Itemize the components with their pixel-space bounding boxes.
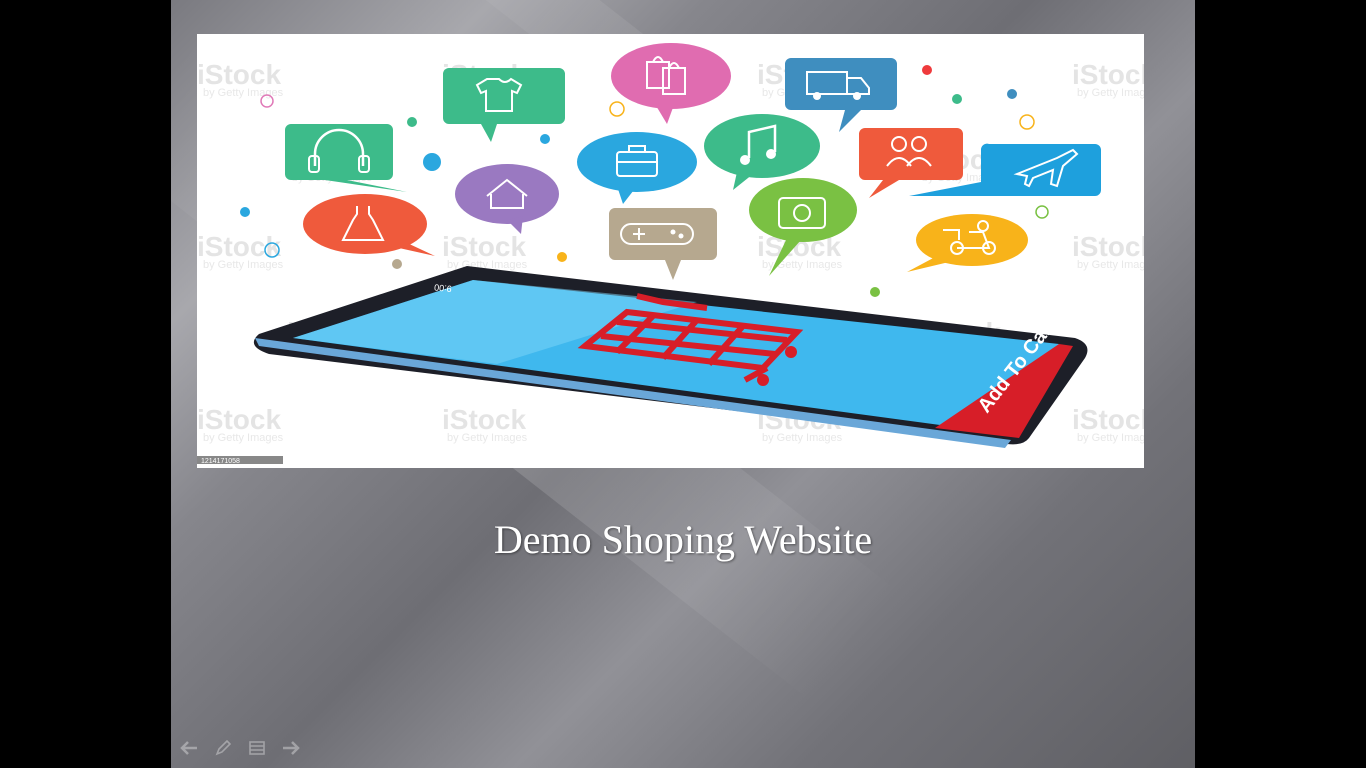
shopping-illustration: iStock iStock iStock iStock iStock iStoc… [197,43,1144,465]
watermark-subtext: by Getty Images [447,432,528,444]
gamepad-icon [609,208,717,280]
watermark-subtext: by Getty Images [1077,432,1144,444]
watermark: iStock [442,404,526,435]
watermark: iStock [1072,231,1144,262]
people-icon [859,128,963,198]
shopping-bags-icon [611,43,731,124]
watermark: iStock [197,404,281,435]
dress-icon [303,194,435,256]
arrow-left-icon[interactable] [177,736,201,760]
watermark: iStock [197,231,281,262]
house-icon [455,164,559,234]
watermark: iStock [442,231,526,262]
smartphone: 9:00 Add To Cart [253,266,1088,448]
slide-title: Demo Shoping Website [493,517,873,562]
briefcase-icon [577,132,697,204]
watermark-subtext: by Getty Images [203,432,284,444]
watermark-subtext: by Getty Images [203,259,284,271]
watermark-subtext: by Getty Images [1077,87,1144,99]
watermark: iStock [1072,59,1144,90]
phone-time: 9:00 [434,282,452,294]
delivery-scooter-icon [907,214,1028,272]
shirt-icon [443,68,565,142]
arrow-right-icon[interactable] [279,736,303,760]
watermark: iStock [1072,404,1144,435]
slide-menu-icon[interactable] [245,736,269,760]
watermark: iStock [197,59,281,90]
pen-icon[interactable] [211,736,235,760]
stock-id: 1214171058 [201,458,240,465]
watermark-subtext: by Getty Images [762,432,843,444]
slideshow-nav [177,736,303,760]
watermark-subtext: by Getty Images [1077,259,1144,271]
hero-image: iStock iStock iStock iStock iStock iStoc… [197,34,1144,468]
slide: iStock iStock iStock iStock iStock iStoc… [171,0,1195,768]
delivery-truck-icon [785,58,897,132]
